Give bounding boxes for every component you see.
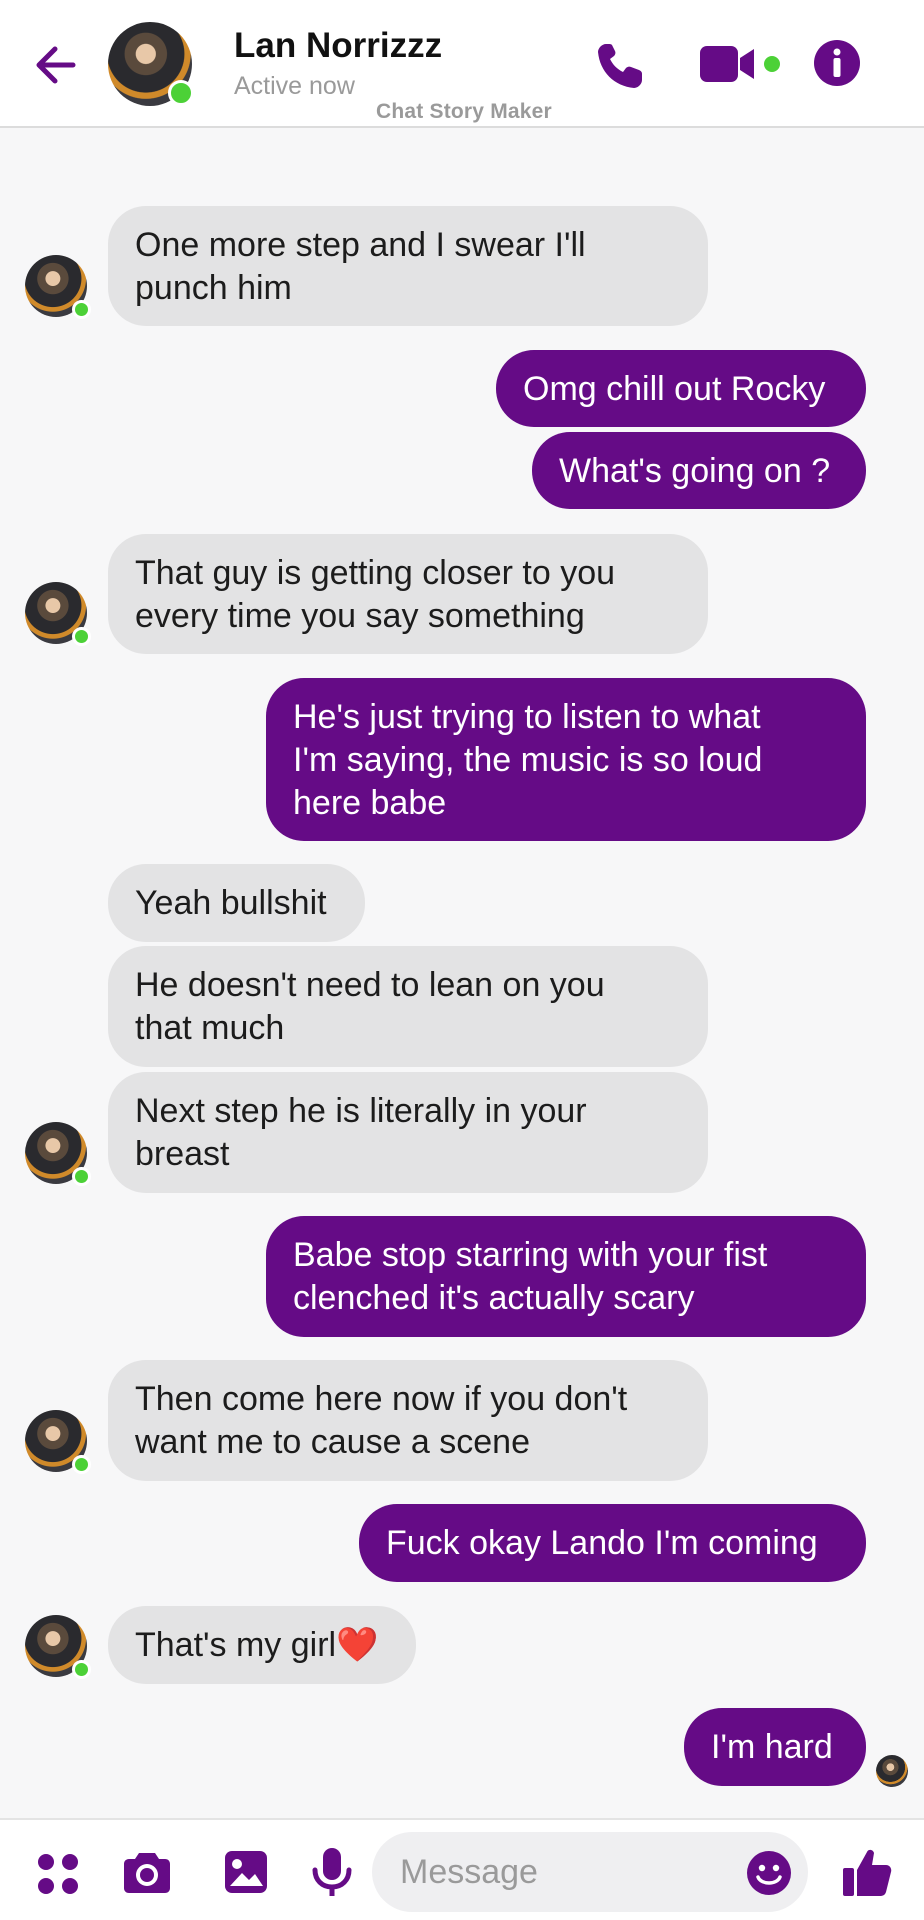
outgoing-message[interactable]: What's going on ?	[532, 432, 866, 509]
message-line: He's just trying to listen to what	[293, 698, 761, 736]
video-camera-icon	[700, 46, 780, 82]
phone-icon	[598, 44, 642, 88]
message-line: Then come here now if you don't	[135, 1380, 628, 1418]
sender-avatar[interactable]	[25, 1410, 91, 1474]
message-composer	[0, 1818, 924, 1920]
message-line: breast	[135, 1135, 230, 1173]
four-dots-icon	[38, 1854, 78, 1894]
message-line: want me to cause a scene	[135, 1423, 531, 1461]
sender-avatar[interactable]	[25, 582, 91, 646]
image-icon	[225, 1851, 267, 1893]
online-indicator	[72, 1455, 91, 1474]
message-line: Omg chill out Rocky	[523, 370, 826, 408]
message-line: clenched it's actually scary	[293, 1279, 695, 1317]
sender-avatar[interactable]	[25, 1615, 91, 1679]
message-line: I'm saying, the music is so loud	[293, 741, 763, 779]
voice-call-button[interactable]	[592, 38, 648, 94]
online-indicator	[72, 627, 91, 646]
contact-status: Active now	[234, 72, 355, 100]
smiley-icon	[747, 1851, 791, 1895]
outgoing-message[interactable]: Fuck okay Lando I'm coming	[359, 1504, 866, 1582]
message-line: Fuck okay Lando I'm coming	[386, 1524, 818, 1562]
info-icon	[814, 40, 860, 86]
info-button[interactable]	[812, 38, 862, 88]
message-input[interactable]	[372, 1832, 808, 1912]
outgoing-message[interactable]: He's just trying to listen to what I'm s…	[266, 678, 866, 841]
microphone-icon	[312, 1848, 352, 1896]
message-line: That guy is getting closer to you	[135, 554, 616, 592]
message-line: here babe	[293, 784, 447, 822]
online-indicator	[72, 1167, 91, 1186]
seen-receipt-avatar	[876, 1755, 908, 1787]
incoming-message[interactable]: That's my girl❤️	[108, 1606, 416, 1684]
incoming-message[interactable]: Yeah bullshit	[108, 864, 365, 942]
message-line: Babe stop starring with your fist	[293, 1236, 768, 1274]
conversation-header: Lan Norrizzz Active now Chat Story Maker	[0, 0, 924, 128]
message-line: Yeah bullshit	[135, 884, 327, 922]
camera-icon	[124, 1853, 170, 1893]
outgoing-message[interactable]: I'm hard	[684, 1708, 866, 1786]
message-line: One more step and I swear I'll	[135, 226, 586, 264]
incoming-message[interactable]: Next step he is literally in your breast	[108, 1072, 708, 1193]
contact-avatar[interactable]	[108, 22, 194, 106]
like-button[interactable]	[840, 1846, 894, 1900]
message-line: That's my girl❤️	[135, 1626, 379, 1664]
watermark-text: Chat Story Maker	[376, 100, 552, 123]
online-indicator	[168, 80, 194, 106]
message-line: Next step he is literally in your	[135, 1092, 587, 1130]
message-line: that much	[135, 1009, 285, 1047]
emoji-button[interactable]	[746, 1850, 792, 1896]
thumbs-up-icon	[843, 1849, 892, 1896]
camera-button[interactable]	[118, 1844, 176, 1902]
incoming-message[interactable]: Then come here now if you don't want me …	[108, 1360, 708, 1481]
arrow-left-icon	[36, 46, 76, 84]
incoming-message[interactable]: That guy is getting closer to you every …	[108, 534, 708, 654]
message-line: punch him	[135, 269, 292, 307]
incoming-message[interactable]: He doesn't need to lean on you that much	[108, 946, 708, 1067]
gallery-button[interactable]	[218, 1844, 274, 1900]
online-indicator	[72, 1660, 91, 1679]
outgoing-message[interactable]: Omg chill out Rocky	[496, 350, 866, 427]
incoming-message[interactable]: One more step and I swear I'll punch him	[108, 206, 708, 326]
sender-avatar[interactable]	[25, 1122, 91, 1186]
message-line: What's going on ?	[559, 452, 831, 490]
contact-name[interactable]: Lan Norrizzz	[234, 26, 442, 66]
outgoing-message[interactable]: Babe stop starring with your fist clench…	[266, 1216, 866, 1337]
more-apps-button[interactable]	[30, 1846, 86, 1902]
message-line: every time you say something	[135, 597, 585, 635]
message-line: I'm hard	[711, 1728, 833, 1766]
back-button[interactable]	[30, 40, 80, 90]
video-call-button[interactable]	[698, 40, 782, 90]
online-indicator	[72, 300, 91, 319]
voice-message-button[interactable]	[304, 1844, 360, 1902]
message-line: He doesn't need to lean on you	[135, 966, 605, 1004]
sender-avatar[interactable]	[25, 255, 91, 319]
